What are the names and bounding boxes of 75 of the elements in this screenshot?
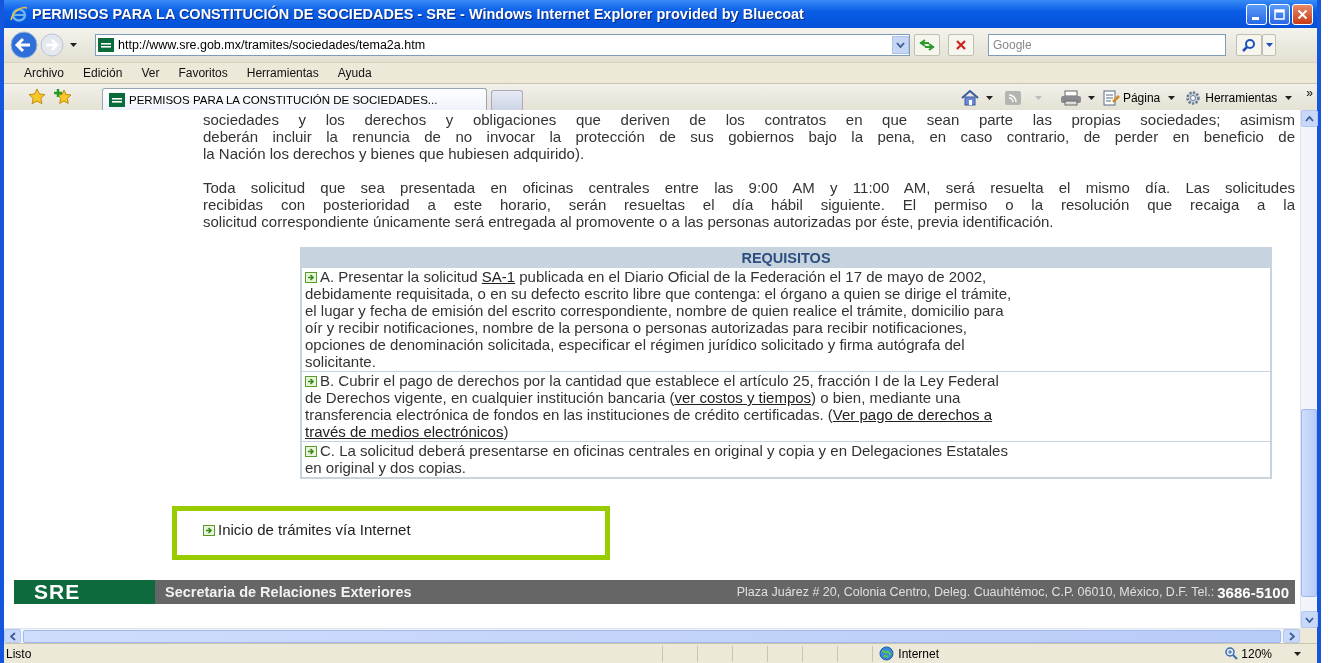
page-menu-button[interactable]: Página [1100,90,1178,106]
menu-item[interactable]: Ver [141,66,168,80]
address-field[interactable]: http://www.sre.gob.mx/tramites/sociedades/tema2a.htm [95,34,910,56]
scroll-right-icon[interactable] [1288,631,1295,641]
scroll-up-icon[interactable] [1305,115,1314,122]
minimize-icon [1251,16,1259,20]
link[interactable]: través de medios electrónicos [305,423,504,440]
footer-phone: 3686-5100 [1217,583,1289,601]
arrow-icon [305,376,317,387]
menu-item[interactable]: Archivo [24,66,72,80]
menu-item[interactable]: Herramientas [246,66,327,80]
close-icon [1297,8,1308,20]
vertical-scrollbar[interactable] [1300,110,1317,628]
caret-icon[interactable] [985,96,993,100]
maximize-icon [1274,8,1285,20]
window-title: PERMISOS PARA LA CONSTITUCIÓN DE SOCIEDADES - SRE - Windows Internet Explorer provided by Bluecoat [32,6,805,22]
home-icon[interactable] [959,90,980,106]
favorites-star-icon[interactable] [28,88,46,106]
back-button[interactable] [8,31,40,59]
overflow-chevron[interactable]: » [1306,86,1313,100]
search-button[interactable] [1236,34,1262,56]
scroll-left-icon[interactable] [9,631,16,641]
arrow-icon [203,525,215,536]
browser-tab[interactable]: PERMISOS PARA LA CONSTITUCIÓN DE SOCIEDADES... [102,88,487,110]
tools-menu-button[interactable]: Herramientas [1183,90,1295,106]
zoom-level-button[interactable]: 120% [1225,646,1272,661]
footer-address: Plaza Juárez # 20, Colonia Centro, Deleg. Cuauhtémoc, C.P. 06010, México, D.F. Tel.: [736,585,1215,599]
menu-item[interactable]: Ayuda [337,66,380,80]
table-header: REQUISITOS [302,249,1270,267]
footer-logo: SRE [14,580,155,604]
dropdown-icon [896,42,905,48]
search-icon [1242,38,1256,52]
scrollbar-thumb[interactable] [1301,409,1317,597]
caret-icon [1034,96,1042,100]
caret-icon [1168,96,1176,100]
minimize-button[interactable] [1246,3,1267,25]
gear-icon [1185,90,1203,106]
search-field[interactable]: Google [988,34,1226,56]
close-button[interactable] [1292,3,1313,25]
close-icon [955,39,967,51]
refresh-icon [919,39,935,51]
security-zone: Internet [872,645,1076,662]
link[interactable]: Ver pago de derechos a [832,406,993,423]
printer-icon[interactable] [1059,90,1082,106]
browser-logo-icon [10,5,28,23]
history-caret-icon[interactable] [70,43,77,47]
maximize-button[interactable] [1269,3,1290,25]
paragraph: sociedades y los derechos y obligaciones que deriven de los contratos en que sean parte las propias sociedades; asimism deberán incluir la renuncia de no invocar la protección de sus gobiernos bajo la pena, en caso contrario, de perder en beneficio de la Nación los derechos y bienes que hubiesen adquirido). [203,111,1295,162]
page-icon [1102,90,1120,106]
caret-icon [1285,96,1293,100]
search-options-button[interactable] [1262,34,1276,56]
caret-icon[interactable] [1087,96,1095,100]
requirement-text: A. Presentar la solicitud SA-1 publicada en el Diario Oficial de la Federación el 17 de mayo de 2002, debidamente requisitada, o en su defecto escrito libre que contenga: el órgano a quien se dirige el trámite, el lugar y fecha de emisión del escrito correspondiente, nombre de quien realice el trámite, domicilio para oír y recibir notificaciones, nombre de la persona o personas autorizadas para recibir notificaciones, opciones de denominación solicitada, especificar el régimen jurídico solicitado y firma autógrafa del solicitante. [302,267,1270,371]
link[interactable]: SA-1 [481,268,516,285]
paragraph: Toda solicitud que sea presentada en oficinas centrales entre las 9:00 AM y 11:00 AM, será resuelta el mismo día. Las solicitudes recibidas con posterioridad a este horario, serán resueltas el día hábil siguiente. El permiso o la resolución que recaiga a la solicitud correspondiente únicamente será entregada al promovente o a las personas autorizadas por éste, previa identificación. [203,179,1295,230]
zoom-icon [1225,647,1239,660]
link[interactable]: ver costos y tiempos [674,389,812,406]
arrow-icon [305,272,317,283]
footer-title: Secretaria de Relaciones Exteriores [165,584,412,600]
site-favicon-icon [98,38,114,52]
status-text: Listo [5,646,33,661]
scroll-down-icon[interactable] [1305,616,1314,623]
caret-icon[interactable] [1294,651,1301,656]
internet-link[interactable]: Inicio de trámites vía Internet [218,521,411,538]
site-favicon-icon [109,92,125,107]
add-favorite-star-icon[interactable] [54,88,72,106]
globe-icon [879,646,895,661]
stop-button[interactable] [948,34,974,56]
requirement-text: B. Cubrir el pago de derechos por la cantidad que establece el artículo 25, fracción I de la Ley Federal de Derechos vigente, en cualquier institución bancaria (ver costos y tiempos) o bien, mediante una transferencia electrónica de fondos en las instituciones de crédito certificadas. (Ver pago de derechos a través de medios electrónicos) [302,371,1270,441]
arrow-icon [305,446,317,457]
caret-icon [1265,43,1273,47]
menu-item[interactable]: Favoritos [178,66,236,80]
requirement-text: C. La solicitud deberá presentarse en oficinas centrales en original y copia y en Delegaciones Estatales en original y dos copias. [302,441,1270,477]
menu-item[interactable]: Edición [83,66,131,80]
refresh-button[interactable] [914,34,940,56]
